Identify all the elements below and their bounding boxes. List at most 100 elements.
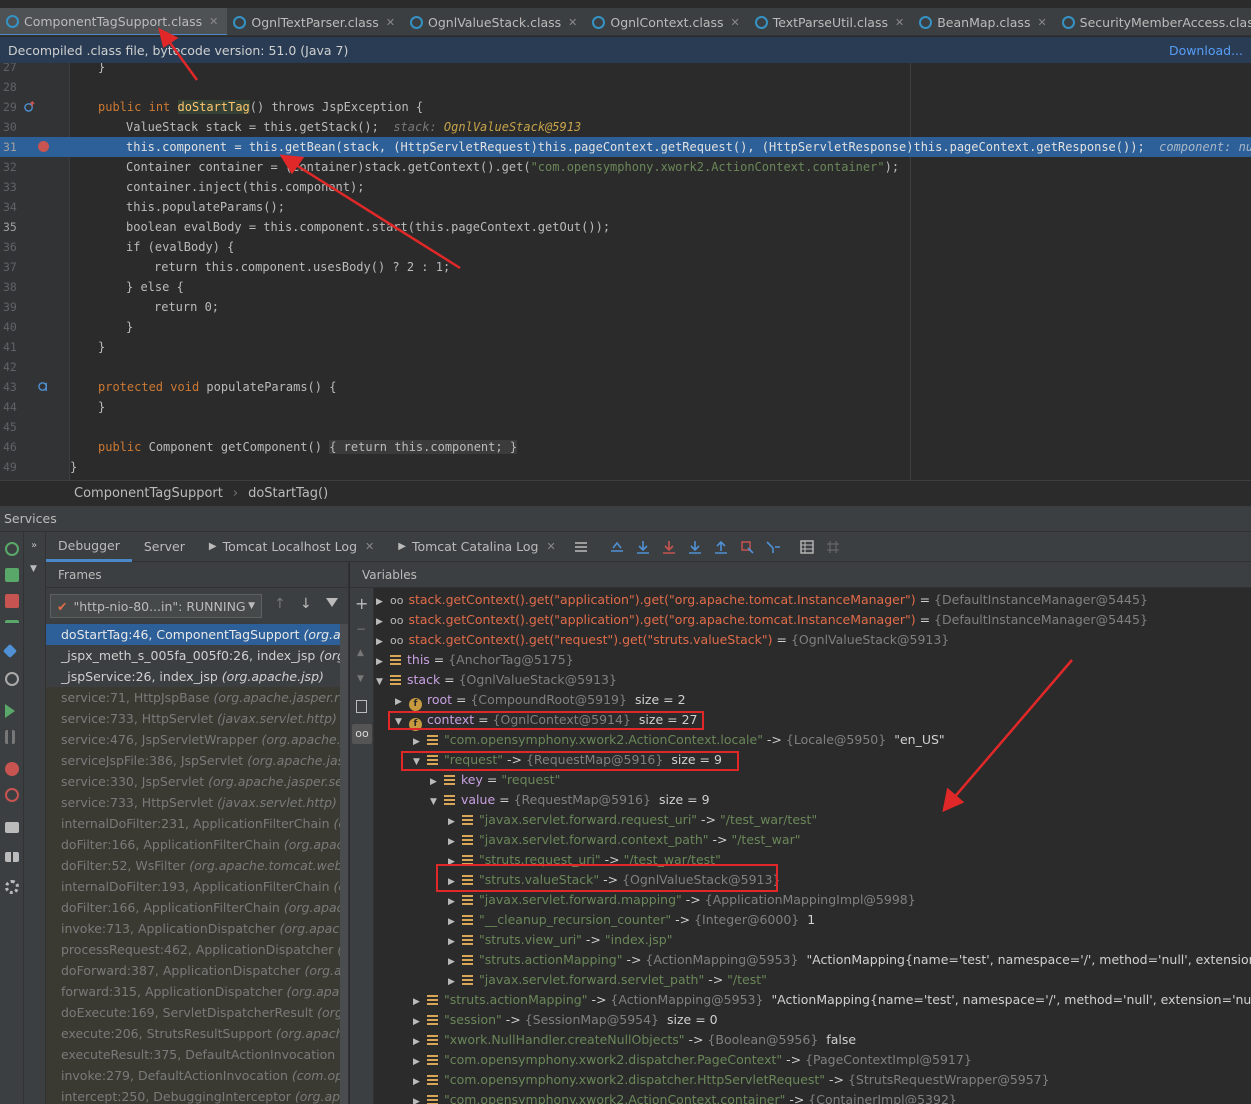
variable-row[interactable]: ▶ "com.opensymphony.xwork2.dispatcher.Pag… [413,1050,980,1070]
camera-icon[interactable] [5,822,19,833]
frame-item[interactable]: service:733, HttpServlet (javax.servlet.… [46,792,348,813]
expand-icon[interactable]: ▶ [413,1092,427,1104]
editor-tab[interactable]: OgnlTextParser.class ✕ [227,8,404,35]
variable-row[interactable]: ▶ "com.opensymphony.xwork2.ActionContext.… [413,1090,965,1104]
variable-row[interactable]: ▶ f root = {CompoundRoot@5919} size = 2 [395,690,686,711]
stop-icon[interactable] [5,594,19,608]
variable-row[interactable]: ▶ "javax.servlet.forward.mapping" -> {App… [448,890,924,910]
rerun-icon[interactable] [5,542,19,556]
expand-icon[interactable]: ▶ [413,1052,427,1072]
folded-code[interactable]: { return this.component; } [329,440,518,454]
frame-item[interactable]: executeResult:375, DefaultActionInvocati… [46,1044,348,1065]
close-icon[interactable]: ✕ [365,540,374,553]
frame-item[interactable]: doFilter:166, ApplicationFilterChain (or… [46,897,348,918]
editor-tab[interactable]: SecurityMemberAccess.class✕ [1056,8,1251,35]
variable-row[interactable]: ▶ "javax.servlet.forward.request_uri" -> … [448,810,825,830]
collapse-icon[interactable]: ▼ [376,672,390,692]
tab-server[interactable]: Server [132,532,197,562]
editor-tab[interactable]: TextParseUtil.class ✕ [749,8,913,35]
evaluate-expression-icon[interactable] [799,539,815,555]
override-method-icon[interactable] [24,101,35,112]
editor-tab[interactable]: ComponentTagSupport.class ✕ [0,8,228,35]
new-watch-icon[interactable]: + [355,596,368,612]
variable-row[interactable]: ▶ key = "request" [430,770,568,790]
close-icon[interactable]: ✕ [1037,16,1046,29]
trace-icon[interactable] [825,539,841,555]
close-icon[interactable]: ✕ [209,15,218,28]
breakpoint-icon[interactable] [38,141,49,152]
frame-item[interactable]: processRequest:462, ApplicationDispatche… [46,939,348,960]
show-execution-point-icon[interactable] [609,539,625,555]
frame-item[interactable]: service:476, JspServletWrapper (org.apac… [46,729,348,750]
code-editor[interactable]: 27} 28 29 public int doStartTag() throws … [0,63,1251,480]
expand-icon[interactable]: ▶ [448,812,462,832]
variable-row[interactable]: ▼ stack = {OgnlValueStack@5913} [376,670,625,690]
force-step-into-icon[interactable] [687,539,703,555]
implemented-method-icon[interactable] [38,381,49,392]
editor-tab[interactable]: OgnlValueStack.class ✕ [404,8,586,35]
layout-icon[interactable] [5,852,19,862]
frame-item[interactable]: invoke:713, ApplicationDispatcher (org.a… [46,918,348,939]
run-to-cursor-icon[interactable] [765,539,781,555]
move-down-icon[interactable]: ▼ [357,674,364,684]
close-icon[interactable]: ✕ [546,540,555,553]
variable-row[interactable]: ▶ "xwork.NullHandler.createNullObjects" -… [413,1030,856,1050]
frame-item[interactable]: doFilter:166, ApplicationFilterChain (or… [46,834,348,855]
frame-item[interactable]: doFilter:52, WsFilter (org.apache.tomcat… [46,855,348,876]
frame-item[interactable]: forward:315, ApplicationDispatcher (org.… [46,981,348,1002]
gear-icon[interactable] [5,880,19,894]
variable-row[interactable]: ▶ this = {AnchorTag@5175} [376,650,582,670]
variable-row[interactable]: ▶ "javax.servlet.forward.servlet_path" ->… [448,970,775,990]
expand-icon[interactable]: ▶ [413,732,427,752]
expand-icon[interactable]: ▶ [413,1072,427,1092]
expand-icon[interactable]: ▶ [448,972,462,992]
step-over-icon[interactable] [635,539,651,555]
variable-row[interactable]: ▶ "javax.servlet.forward.context_path" ->… [448,830,808,850]
expand-icon[interactable]: ▶ [413,992,427,1012]
breadcrumb-class[interactable]: ComponentTagSupport [74,486,223,501]
variable-row[interactable]: ▶ oo stack.getContext().get("application")… [376,610,1156,630]
variable-row[interactable]: ▶ "session" -> {SessionMap@5954} size = 0 [413,1010,718,1030]
variable-row[interactable]: ▼ value = {RequestMap@5916} size = 9 [430,790,710,810]
frame-item[interactable]: invoke:279, DefaultActionInvocation (com… [46,1065,348,1086]
menu-icon[interactable] [573,539,589,555]
filter-icon[interactable] [326,598,338,607]
frame-item[interactable]: _jspx_meth_s_005fa_005f0:26, index_jsp (… [46,645,348,666]
variable-row[interactable]: ▶ oo stack.getContext().get("request").get… [376,630,957,650]
next-frame-icon[interactable]: ↓ [300,596,312,612]
deploy-icon[interactable] [5,620,19,634]
expand-icon[interactable]: » [31,540,37,551]
expand-icon[interactable]: ▶ [448,832,462,852]
frame-item[interactable]: doExecute:169, ServletDispatcherResult (… [46,1002,348,1023]
pause-icon[interactable] [5,730,15,744]
tab-tomcat-localhost-log[interactable]: ▶ Tomcat Localhost Log ✕ [197,532,386,562]
variable-row[interactable]: ▶ "struts.actionMapping" -> {ActionMappin… [413,990,1251,1010]
remove-watch-icon[interactable]: − [356,622,366,636]
download-sources-link[interactable]: Download... [1169,43,1243,58]
frame-item[interactable]: _jspService:26, index_jsp (org.apache.js… [46,666,348,687]
tab-tomcat-catalina-log[interactable]: ▶ Tomcat Catalina Log ✕ [386,532,567,562]
expand-icon[interactable]: ▶ [376,652,390,672]
resume-icon[interactable] [5,704,15,718]
tab-debugger[interactable]: Debugger [46,532,132,562]
frame-item[interactable]: serviceJspFile:386, JspServlet (org.apac… [46,750,348,771]
refresh-icon[interactable] [5,672,19,686]
frame-item[interactable]: doForward:387, ApplicationDispatcher (or… [46,960,348,981]
expand-icon[interactable]: ▶ [430,772,444,792]
editor-tab[interactable]: OgnlContext.class ✕ [586,8,748,35]
frame-item[interactable]: service:330, JspServlet (org.apache.jasp… [46,771,348,792]
watches-glasses-icon[interactable]: oo [352,724,372,744]
expand-icon[interactable]: ▶ [448,912,462,932]
step-into-icon[interactable] [661,539,677,555]
close-icon[interactable]: ✕ [568,16,577,29]
breadcrumb-method[interactable]: doStartTag() [248,486,328,501]
frame-item[interactable]: internalDoFilter:231, ApplicationFilterC… [46,813,348,834]
move-up-icon[interactable]: ▲ [357,648,364,658]
mute-breakpoints-icon[interactable] [5,788,19,802]
frame-item[interactable]: service:71, HttpJspBase (org.apache.jasp… [46,687,348,708]
expand-icon[interactable]: ▶ [376,632,390,652]
copy-icon[interactable] [356,700,367,713]
step-out-icon[interactable] [713,539,729,555]
frame-item[interactable]: intercept:250, DebuggingInterceptor (org… [46,1086,348,1104]
variable-row[interactable]: ▶ "com.opensymphony.xwork2.ActionContext.… [413,730,945,750]
